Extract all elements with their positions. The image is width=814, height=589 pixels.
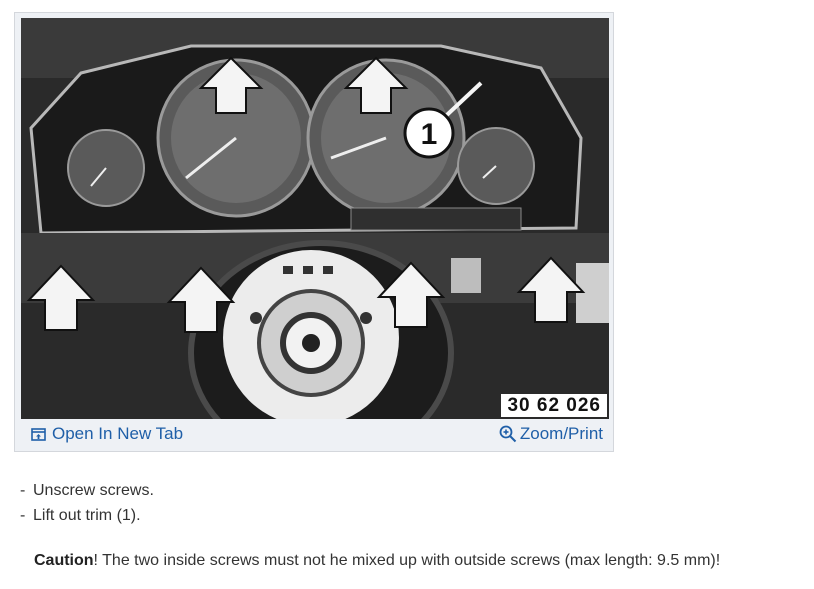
step-text: Unscrew screws. <box>33 482 154 499</box>
caution-note: Caution! The two inside screws must not … <box>34 552 720 570</box>
list-dash: - <box>20 482 26 499</box>
caution-label: Caution <box>34 552 94 569</box>
list-item: - Unscrew screws. <box>20 478 154 503</box>
open-in-new-tab-label: Open In New Tab <box>52 424 184 443</box>
open-in-new-tab-icon <box>31 427 46 442</box>
dashboard-photo-drawing: 1 <box>21 18 609 419</box>
figure-container: 1 30 62 026 Open In New Tab Zoom/Print <box>14 12 614 452</box>
list-dash: - <box>20 507 26 524</box>
open-in-new-tab-link[interactable]: Open In New Tab <box>21 424 183 444</box>
caution-text: ! The two inside screws must not he mixe… <box>93 552 721 569</box>
instruction-steps: - Unscrew screws. - Lift out trim (1). <box>20 478 154 528</box>
zoom-in-icon <box>499 425 517 443</box>
dashboard-photo[interactable]: 1 30 62 026 <box>21 18 609 419</box>
image-code-label: 30 62 026 <box>501 394 607 417</box>
step-text: Lift out trim (1). <box>33 507 141 524</box>
zoom-print-label: Zoom/Print <box>519 424 603 443</box>
list-item: - Lift out trim (1). <box>20 503 154 528</box>
zoom-print-link[interactable]: Zoom/Print <box>499 424 607 444</box>
callout-number: 1 <box>421 118 438 151</box>
figure-toolbar: Open In New Tab Zoom/Print <box>21 419 607 449</box>
